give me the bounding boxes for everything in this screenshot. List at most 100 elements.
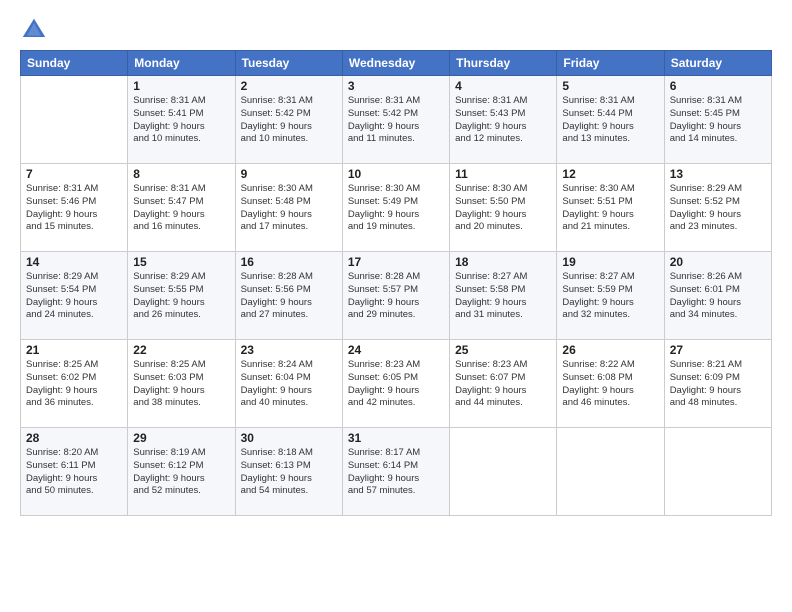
calendar-cell: 1Sunrise: 8:31 AMSunset: 5:41 PMDaylight… xyxy=(128,76,235,164)
day-number: 10 xyxy=(348,167,444,181)
cell-text: Sunrise: 8:26 AMSunset: 6:01 PMDaylight:… xyxy=(670,271,766,322)
calendar-cell: 13 Sunrise: 8:29 AMSunset: 5:52 PMDayligh… xyxy=(664,164,771,252)
cell-text: Sunrise: 8:30 AMSunset: 5:49 PMDaylight:… xyxy=(348,183,444,234)
day-number: 9 xyxy=(241,167,337,181)
calendar-cell: 21 Sunrise: 8:25 AMSunset: 6:02 PMDayligh… xyxy=(21,340,128,428)
calendar-cell: 20Sunrise: 8:26 AMSunset: 6:01 PMDayligh… xyxy=(664,252,771,340)
calendar-cell: 12 Sunrise: 8:30 AMSunset: 5:51 PMDayligh… xyxy=(557,164,664,252)
week-row-3: 21 Sunrise: 8:25 AMSunset: 6:02 PMDayligh… xyxy=(21,340,772,428)
calendar-cell: 3 Sunrise: 8:31 AMSunset: 5:42 PMDaylight… xyxy=(342,76,449,164)
cell-text: Sunrise: 8:30 AMSunset: 5:48 PMDaylight:… xyxy=(241,183,337,234)
calendar-cell: 29 Sunrise: 8:19 AMSunset: 6:12 PMDayligh… xyxy=(128,428,235,516)
calendar-cell: 26 Sunrise: 8:22 AMSunset: 6:08 PMDayligh… xyxy=(557,340,664,428)
day-number: 4 xyxy=(455,79,551,93)
calendar-cell: 24 Sunrise: 8:23 AMSunset: 6:05 PMDayligh… xyxy=(342,340,449,428)
cell-text: Sunrise: 8:25 AMSunset: 6:03 PMDaylight:… xyxy=(133,359,229,410)
header-day-wednesday: Wednesday xyxy=(342,51,449,76)
cell-text: Sunrise: 8:19 AMSunset: 6:12 PMDaylight:… xyxy=(133,447,229,498)
day-number: 22 xyxy=(133,343,229,357)
cell-text: Sunrise: 8:27 AMSunset: 5:59 PMDaylight:… xyxy=(562,271,658,322)
cell-text: Sunrise: 8:22 AMSunset: 6:08 PMDaylight:… xyxy=(562,359,658,410)
cell-text: Sunrise: 8:18 AMSunset: 6:13 PMDaylight:… xyxy=(241,447,337,498)
day-number: 14 xyxy=(26,255,122,269)
calendar-cell: 6 Sunrise: 8:31 AMSunset: 5:45 PMDaylight… xyxy=(664,76,771,164)
calendar-cell: 7Sunrise: 8:31 AMSunset: 5:46 PMDaylight… xyxy=(21,164,128,252)
cell-text: Sunrise: 8:28 AMSunset: 5:56 PMDaylight:… xyxy=(241,271,337,322)
cell-text: Sunrise: 8:24 AMSunset: 6:04 PMDaylight:… xyxy=(241,359,337,410)
day-number: 28 xyxy=(26,431,122,445)
header xyxy=(20,16,772,44)
calendar-cell xyxy=(450,428,557,516)
day-number: 21 xyxy=(26,343,122,357)
day-number: 29 xyxy=(133,431,229,445)
cell-text: Sunrise: 8:31 AMSunset: 5:47 PMDaylight:… xyxy=(133,183,229,234)
calendar-cell: 15Sunrise: 8:29 AMSunset: 5:55 PMDayligh… xyxy=(128,252,235,340)
header-row: SundayMondayTuesdayWednesdayThursdayFrid… xyxy=(21,51,772,76)
day-number: 19 xyxy=(562,255,658,269)
cell-text: Sunrise: 8:30 AMSunset: 5:51 PMDaylight:… xyxy=(562,183,658,234)
day-number: 6 xyxy=(670,79,766,93)
day-number: 11 xyxy=(455,167,551,181)
calendar-cell: 19 Sunrise: 8:27 AMSunset: 5:59 PMDayligh… xyxy=(557,252,664,340)
day-number: 3 xyxy=(348,79,444,93)
header-day-saturday: Saturday xyxy=(664,51,771,76)
day-number: 13 xyxy=(670,167,766,181)
cell-text: Sunrise: 8:21 AMSunset: 6:09 PMDaylight:… xyxy=(670,359,766,410)
week-row-4: 28 Sunrise: 8:20 AMSunset: 6:11 PMDayligh… xyxy=(21,428,772,516)
calendar-cell: 11 Sunrise: 8:30 AMSunset: 5:50 PMDayligh… xyxy=(450,164,557,252)
cell-text: Sunrise: 8:28 AMSunset: 5:57 PMDaylight:… xyxy=(348,271,444,322)
day-number: 26 xyxy=(562,343,658,357)
cell-text: Sunrise: 8:31 AMSunset: 5:45 PMDaylight:… xyxy=(670,95,766,146)
calendar-table: SundayMondayTuesdayWednesdayThursdayFrid… xyxy=(20,50,772,516)
calendar-cell: 2 Sunrise: 8:31 AMSunset: 5:42 PMDaylight… xyxy=(235,76,342,164)
calendar-cell: 23Sunrise: 8:24 AMSunset: 6:04 PMDayligh… xyxy=(235,340,342,428)
day-number: 12 xyxy=(562,167,658,181)
cell-text: Sunrise: 8:25 AMSunset: 6:02 PMDaylight:… xyxy=(26,359,122,410)
calendar-cell: 17Sunrise: 8:28 AMSunset: 5:57 PMDayligh… xyxy=(342,252,449,340)
day-number: 27 xyxy=(670,343,766,357)
calendar-cell: 9 Sunrise: 8:30 AMSunset: 5:48 PMDaylight… xyxy=(235,164,342,252)
cell-text: Sunrise: 8:20 AMSunset: 6:11 PMDaylight:… xyxy=(26,447,122,498)
header-day-monday: Monday xyxy=(128,51,235,76)
day-number: 31 xyxy=(348,431,444,445)
cell-text: Sunrise: 8:29 AMSunset: 5:52 PMDaylight:… xyxy=(670,183,766,234)
day-number: 30 xyxy=(241,431,337,445)
day-number: 2 xyxy=(241,79,337,93)
header-day-friday: Friday xyxy=(557,51,664,76)
day-number: 15 xyxy=(133,255,229,269)
calendar-cell xyxy=(664,428,771,516)
logo-icon xyxy=(20,16,48,44)
week-row-1: 7Sunrise: 8:31 AMSunset: 5:46 PMDaylight… xyxy=(21,164,772,252)
calendar-cell: 4 Sunrise: 8:31 AMSunset: 5:43 PMDaylight… xyxy=(450,76,557,164)
cell-text: Sunrise: 8:31 AMSunset: 5:44 PMDaylight:… xyxy=(562,95,658,146)
cell-text: Sunrise: 8:30 AMSunset: 5:50 PMDaylight:… xyxy=(455,183,551,234)
cell-text: Sunrise: 8:17 AMSunset: 6:14 PMDaylight:… xyxy=(348,447,444,498)
cell-text: Sunrise: 8:31 AMSunset: 5:43 PMDaylight:… xyxy=(455,95,551,146)
calendar-cell: 5 Sunrise: 8:31 AMSunset: 5:44 PMDaylight… xyxy=(557,76,664,164)
page: SundayMondayTuesdayWednesdayThursdayFrid… xyxy=(0,0,792,612)
calendar-cell: 25Sunrise: 8:23 AMSunset: 6:07 PMDayligh… xyxy=(450,340,557,428)
calendar-cell: 30 Sunrise: 8:18 AMSunset: 6:13 PMDayligh… xyxy=(235,428,342,516)
header-day-thursday: Thursday xyxy=(450,51,557,76)
cell-text: Sunrise: 8:23 AMSunset: 6:05 PMDaylight:… xyxy=(348,359,444,410)
calendar-cell: 16 Sunrise: 8:28 AMSunset: 5:56 PMDayligh… xyxy=(235,252,342,340)
header-day-tuesday: Tuesday xyxy=(235,51,342,76)
week-row-2: 14 Sunrise: 8:29 AMSunset: 5:54 PMDayligh… xyxy=(21,252,772,340)
calendar-cell: 27 Sunrise: 8:21 AMSunset: 6:09 PMDayligh… xyxy=(664,340,771,428)
calendar-cell: 14 Sunrise: 8:29 AMSunset: 5:54 PMDayligh… xyxy=(21,252,128,340)
day-number: 16 xyxy=(241,255,337,269)
calendar-cell: 22 Sunrise: 8:25 AMSunset: 6:03 PMDayligh… xyxy=(128,340,235,428)
cell-text: Sunrise: 8:31 AMSunset: 5:42 PMDaylight:… xyxy=(348,95,444,146)
cell-text: Sunrise: 8:29 AMSunset: 5:54 PMDaylight:… xyxy=(26,271,122,322)
calendar-cell: 8Sunrise: 8:31 AMSunset: 5:47 PMDaylight… xyxy=(128,164,235,252)
cell-text: Sunrise: 8:31 AMSunset: 5:42 PMDaylight:… xyxy=(241,95,337,146)
calendar-cell: 28 Sunrise: 8:20 AMSunset: 6:11 PMDayligh… xyxy=(21,428,128,516)
calendar-cell xyxy=(557,428,664,516)
day-number: 24 xyxy=(348,343,444,357)
day-number: 5 xyxy=(562,79,658,93)
calendar-cell xyxy=(21,76,128,164)
cell-text: Sunrise: 8:23 AMSunset: 6:07 PMDaylight:… xyxy=(455,359,551,410)
day-number: 18 xyxy=(455,255,551,269)
logo xyxy=(20,16,52,44)
calendar-cell: 18Sunrise: 8:27 AMSunset: 5:58 PMDayligh… xyxy=(450,252,557,340)
